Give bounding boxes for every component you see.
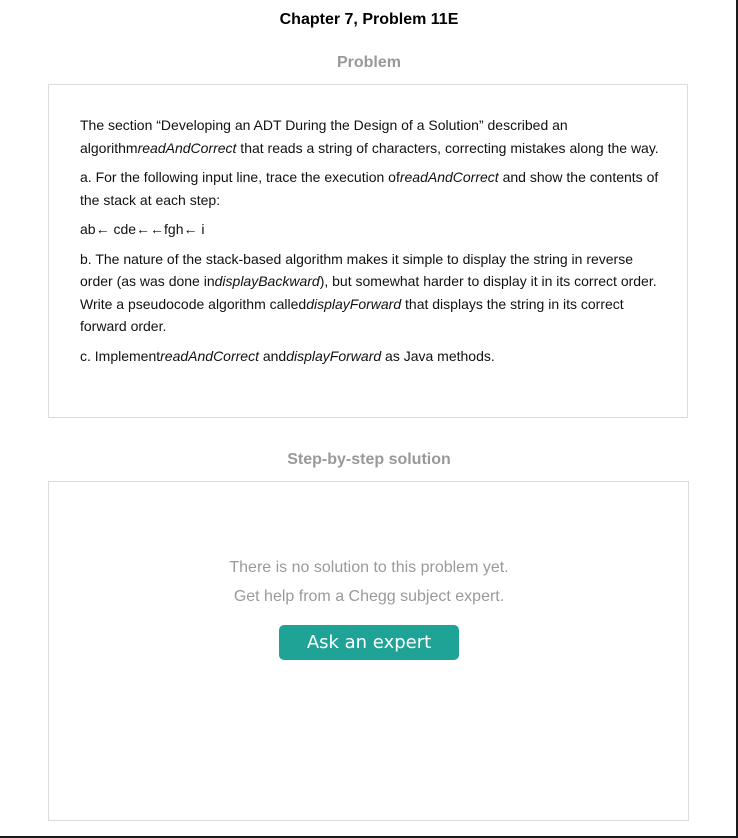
problem-text-fragment: and [258,347,287,364]
problem-text: The section “Developing an ADT During th… [80,114,660,374]
problem-paragraph-part-c: c. ImplementreadAndCorrect anddisplayFor… [80,345,660,368]
problem-input-line: ab← cde←←fgh← i [80,221,205,237]
method-name: readAndCorrect [137,139,237,156]
method-name: displayForward [306,295,402,312]
get-help-message: Get help from a Chegg subject expert. [233,588,505,605]
problem-text-fragment: that reads a string of characters, corre… [236,139,659,156]
problem-text-fragment: c. Implement [80,347,161,364]
method-name: readAndCorrect [399,169,499,185]
problem-paragraph-intro: The section “Developing an ADT During th… [80,114,660,159]
problem-paragraph-part-a: a. For the following input line, trace t… [80,166,660,211]
method-name: readAndCorrect [160,347,259,364]
solution-heading: Step-by-step solution [287,451,451,468]
chapter-title: Chapter 7, Problem 11E [279,11,459,28]
problem-heading: Problem [336,54,401,71]
problem-text-fragment: a. For the following input line, trace t… [80,169,400,185]
method-name: displayForward [286,347,382,364]
method-name: displayBackward [214,273,320,289]
problem-paragraph-part-b: b. The nature of the stack-based algorit… [80,248,660,338]
ask-expert-button[interactable]: Ask an expert [279,625,459,660]
problem-text-fragment: as Java methods. [381,347,495,364]
solution-box: There is no solution to this problem yet… [48,481,689,821]
no-solution-message: There is no solution to this problem yet… [229,559,509,576]
problem-box: The section “Developing an ADT During th… [48,84,688,418]
